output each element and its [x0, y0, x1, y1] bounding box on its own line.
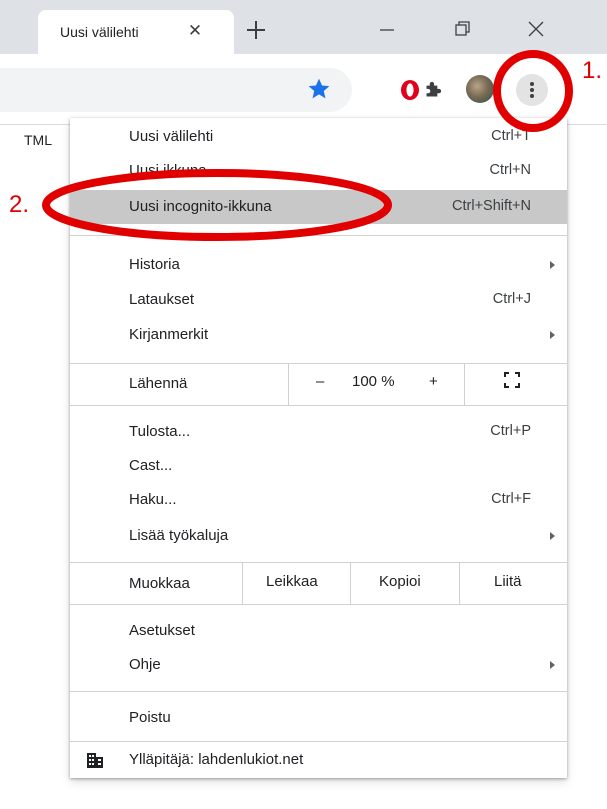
annotation-number-1: 1. — [582, 57, 603, 84]
annotation-circle-menu-button — [493, 50, 573, 132]
annotation-overlay — [42, 50, 573, 241]
annotation-ellipse-incognito — [42, 169, 392, 241]
annotation-number-2: 2. — [9, 191, 30, 218]
